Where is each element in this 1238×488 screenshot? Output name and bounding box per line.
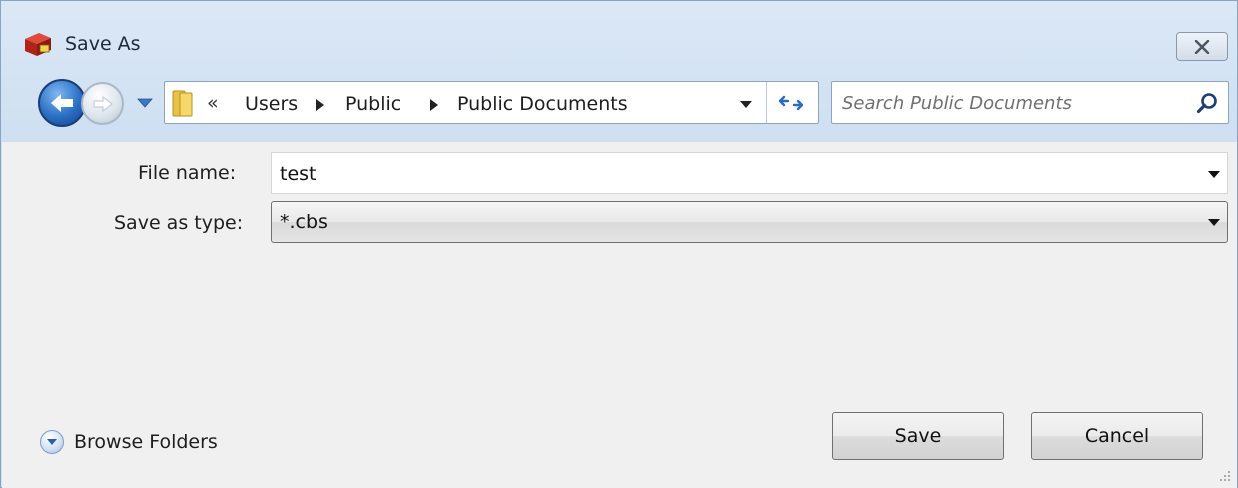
- file-name-label: File name:: [138, 162, 237, 184]
- breadcrumb-users[interactable]: Users: [245, 93, 298, 115]
- address-bar[interactable]: « Users Public Public Documents: [164, 81, 819, 124]
- forward-arrow-icon: [93, 95, 113, 112]
- file-name-input[interactable]: [280, 161, 1180, 187]
- save-as-dialog: Save As « Users Public Public Documents: [0, 0, 1238, 488]
- browse-folders-label: Browse Folders: [74, 431, 218, 453]
- cancel-button[interactable]: Cancel: [1031, 412, 1203, 460]
- save-as-type-dropdown-icon: [1208, 219, 1220, 226]
- save-button[interactable]: Save: [832, 412, 1004, 460]
- breadcrumb-overflow[interactable]: «: [207, 92, 219, 114]
- breadcrumb-public-documents[interactable]: Public Documents: [457, 93, 628, 115]
- save-as-type-value: *.cbs: [280, 211, 328, 233]
- divider: [766, 82, 767, 123]
- breadcrumb-separator-icon[interactable]: [316, 99, 324, 111]
- resize-grip-icon[interactable]: [1218, 469, 1232, 483]
- breadcrumb-public[interactable]: Public: [345, 93, 401, 115]
- search-box: [831, 81, 1229, 124]
- dialog-content: File name: Save as type: *.cbs Browse Fo…: [2, 141, 1237, 488]
- search-input[interactable]: [842, 90, 1182, 116]
- close-button[interactable]: [1176, 32, 1228, 61]
- back-button[interactable]: [38, 79, 86, 127]
- recent-pages-dropdown-icon[interactable]: [137, 97, 153, 109]
- folder-icon: [172, 90, 193, 117]
- refresh-button[interactable]: [771, 88, 811, 118]
- address-dropdown-icon[interactable]: [739, 99, 753, 109]
- expand-down-icon: [40, 430, 64, 454]
- forward-button[interactable]: [81, 82, 124, 125]
- save-as-type-select[interactable]: *.cbs: [271, 201, 1228, 243]
- search-icon[interactable]: [1196, 92, 1218, 114]
- back-arrow-icon: [51, 94, 73, 112]
- window-title: Save As: [65, 33, 141, 55]
- refresh-icon: [778, 95, 804, 111]
- file-name-combobox[interactable]: [271, 152, 1228, 194]
- file-name-dropdown-icon[interactable]: [1208, 171, 1220, 178]
- close-icon: [1194, 39, 1210, 54]
- save-as-type-label: Save as type:: [114, 212, 244, 234]
- title-bar: Save As: [1, 1, 1237, 63]
- breadcrumb-separator-icon[interactable]: [430, 99, 438, 111]
- app-icon: [25, 33, 51, 56]
- browse-folders-toggle[interactable]: Browse Folders: [40, 430, 218, 454]
